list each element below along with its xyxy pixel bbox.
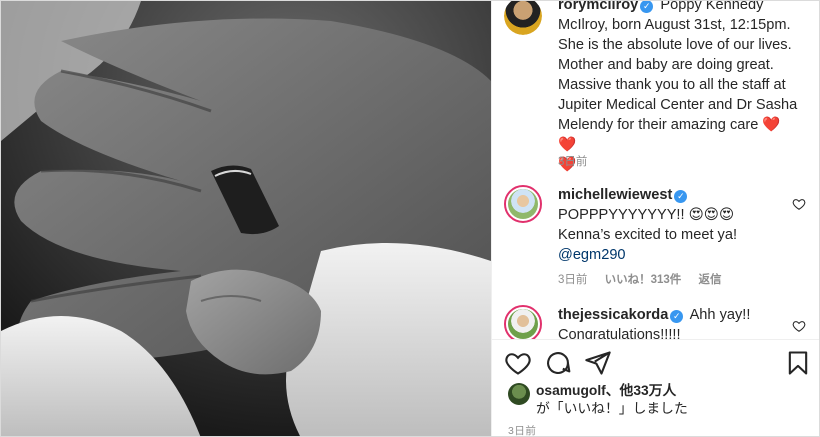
reply-button[interactable]: 返信 [699, 274, 722, 286]
liked-by: osamugolf、他33万人 が「いいね！」しました [508, 381, 818, 421]
caption-line: McIlroy, born August 31st, 12:15pm. [558, 17, 791, 33]
comments-scroll[interactable]: rorymcilroy ✓ Poppy Kennedy McIlroy, born… [492, 1, 819, 339]
photo-illustration [1, 1, 491, 436]
comment-meta: 3日前 いいね！313件 返信 [558, 271, 736, 287]
verified-badge-icon: ✓ [640, 1, 654, 13]
caption-time[interactable]: 3日前 [558, 156, 587, 168]
caption-line: Mother and baby are doing great. [558, 57, 774, 73]
caption-text: rorymcilroy ✓ Poppy Kennedy McIlroy, born… [558, 1, 798, 175]
comment-text: michellewiewest ✓ POPPPYYYYYYY!! 😍😍😍 Kenn… [558, 185, 798, 265]
instagram-post: rorymcilroy ✓ Poppy Kennedy McIlroy, born… [0, 0, 820, 437]
comment-line: Congratulations!!!!! [558, 327, 681, 339]
comment-text: thejessicakorda ✓ Ahh yay!! Congratulatio… [558, 305, 798, 339]
mention-link[interactable]: @egm290 [558, 247, 626, 263]
post-side-panel: rorymcilroy ✓ Poppy Kennedy McIlroy, born… [491, 1, 819, 436]
comment-line: POPPPYYYYYYY!! 😍😍😍 [558, 207, 735, 223]
author-username[interactable]: rorymcilroy [558, 1, 638, 13]
post-photo[interactable] [1, 1, 491, 436]
caption-line: She is the absolute love of our lives. [558, 37, 792, 53]
commenter-avatar[interactable] [504, 305, 542, 339]
heart-icon[interactable] [504, 349, 532, 377]
verified-badge-icon: ✓ [670, 310, 684, 323]
commenter-avatar[interactable] [504, 185, 542, 223]
bookmark-icon[interactable] [784, 349, 812, 377]
comment-line: Ahh yay!! [689, 307, 751, 323]
caption-line: Poppy Kennedy [660, 1, 764, 13]
liked-by-line[interactable]: osamugolf、他33万人 [536, 381, 676, 401]
author-avatar[interactable] [504, 1, 542, 35]
share-icon[interactable] [584, 349, 612, 377]
caption-meta: 3日前 [558, 153, 601, 169]
comment-like-heart-icon[interactable] [792, 319, 806, 333]
liker-avatar[interactable] [508, 383, 530, 405]
comment-likes-count[interactable]: いいね！313件 [605, 274, 682, 286]
commenter-username[interactable]: thejessicakorda [558, 307, 668, 323]
comment-like-heart-icon[interactable] [792, 197, 806, 211]
action-bar [492, 339, 819, 383]
comment-icon[interactable] [544, 349, 572, 377]
caption-line: Melendy for their amazing care [558, 117, 759, 133]
verified-badge-icon: ✓ [674, 190, 688, 203]
comment-time[interactable]: 3日前 [558, 274, 587, 286]
comment-line: Kenna’s excited to meet ya! [558, 227, 738, 243]
commenter-username[interactable]: michellewiewest [558, 187, 672, 203]
liked-by-suffix: が「いいね！」しました [536, 401, 688, 416]
post-date[interactable]: 3日前 [508, 423, 536, 436]
caption-line: Massive thank you to all the staff at [558, 77, 786, 93]
caption-line: Jupiter Medical Center and Dr Sasha [558, 97, 798, 113]
